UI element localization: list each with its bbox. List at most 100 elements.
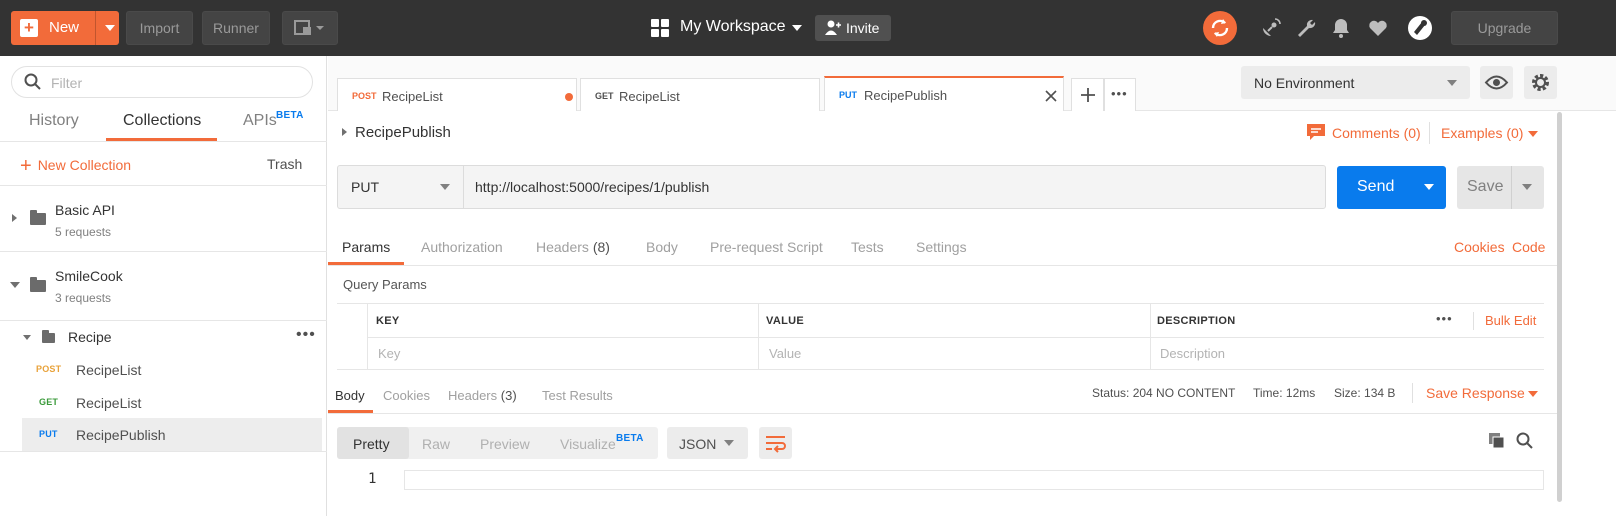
wrench-icon[interactable]	[1294, 16, 1318, 40]
new-window-button[interactable]	[282, 11, 338, 45]
url-input[interactable]: http://localhost:5000/recipes/1/publish	[475, 179, 709, 195]
status-value: 204 NO CONTENT	[1132, 386, 1236, 400]
folder-icon	[30, 277, 46, 292]
description-input[interactable]: Description	[1160, 346, 1225, 361]
tab-pre-request-script[interactable]: Pre-request Script	[710, 239, 823, 255]
view-visualize[interactable]: Visualize	[560, 436, 616, 452]
save-button[interactable]: Save	[1457, 166, 1544, 209]
request-tab[interactable]: POST RecipeList	[337, 78, 577, 111]
new-collection-button[interactable]: + New Collection	[20, 155, 131, 178]
upgrade-button[interactable]: Upgrade	[1451, 11, 1558, 45]
sync-button[interactable]	[1203, 11, 1237, 45]
add-user-icon	[825, 20, 841, 35]
more-icon[interactable]: •••	[296, 326, 316, 344]
wrap-lines-button[interactable]	[759, 427, 792, 459]
satellite-icon[interactable]	[1259, 16, 1283, 40]
new-tab-button[interactable]	[1071, 78, 1104, 111]
chevron-down-icon[interactable]	[105, 25, 115, 31]
interceptor-icon[interactable]	[1406, 14, 1434, 42]
divider	[1412, 383, 1413, 403]
import-button[interactable]: Import	[126, 11, 193, 45]
more-icon[interactable]: •••	[1436, 311, 1453, 326]
format-label: JSON	[679, 436, 717, 452]
plus-icon: +	[20, 19, 38, 37]
examples-link[interactable]: Examples (0)	[1441, 125, 1523, 141]
environment-select[interactable]: No Environment	[1241, 66, 1470, 99]
value-input[interactable]: Value	[769, 346, 801, 361]
collection-item[interactable]: SmileCook 3 requests	[0, 252, 326, 319]
tab-tests[interactable]: Tests	[851, 239, 884, 255]
row-divider	[367, 337, 1544, 338]
save-label: Save	[1467, 178, 1504, 195]
runner-button[interactable]: Runner	[202, 11, 270, 45]
environment-quick-look-button[interactable]	[1480, 66, 1513, 99]
chevron-down-icon[interactable]	[792, 25, 802, 31]
search-icon[interactable]	[1516, 432, 1534, 450]
heart-icon[interactable]	[1366, 16, 1390, 40]
tab-body[interactable]: Body	[646, 239, 678, 255]
response-tab-body[interactable]: Body	[335, 388, 365, 403]
chevron-down-icon[interactable]	[1522, 184, 1532, 190]
chevron-down-icon[interactable]	[1424, 184, 1434, 190]
chevron-right-icon[interactable]	[12, 214, 17, 222]
tab-collections[interactable]: Collections	[123, 112, 201, 130]
code-link[interactable]: Code	[1512, 239, 1545, 255]
format-select[interactable]: JSON	[667, 427, 748, 459]
new-button-label: New	[49, 19, 80, 36]
filter-input[interactable]: Filter	[11, 66, 313, 98]
method-select[interactable]: PUT	[338, 166, 464, 208]
tab-headers-label: Headers	[536, 239, 589, 255]
request-item[interactable]: GET RecipeList	[22, 386, 322, 419]
key-input[interactable]: Key	[378, 346, 400, 361]
response-tab-headers-label: Headers	[448, 388, 498, 403]
chevron-down-icon[interactable]	[1528, 131, 1538, 137]
tab-headers[interactable]: Headers (8)	[536, 239, 610, 255]
close-icon[interactable]	[1045, 90, 1057, 102]
collection-item[interactable]: Basic API 5 requests	[0, 186, 326, 251]
new-button[interactable]: + New	[11, 11, 119, 45]
response-tab-cookies[interactable]: Cookies	[383, 388, 430, 403]
bulk-edit-link[interactable]: Bulk Edit	[1485, 313, 1536, 328]
response-tab-test-results[interactable]: Test Results	[542, 388, 613, 403]
new-window-icon	[294, 20, 324, 35]
cookies-link[interactable]: Cookies	[1454, 239, 1505, 255]
bell-icon[interactable]	[1329, 16, 1353, 40]
chevron-down-icon[interactable]	[10, 282, 20, 288]
request-item-selected[interactable]: PUT RecipePublish	[22, 418, 322, 451]
chevron-right-icon[interactable]	[342, 128, 347, 136]
request-name: RecipeList	[76, 395, 142, 411]
environment-settings-button[interactable]	[1524, 66, 1557, 99]
request-item[interactable]: POST RecipeList	[22, 353, 322, 386]
top-bar: + New Import Runner My Workspace Invite	[0, 0, 1616, 56]
tab-apis[interactable]: APIs	[243, 112, 277, 130]
trash-link[interactable]: Trash	[267, 156, 302, 172]
request-name: RecipePublish	[76, 427, 166, 443]
chevron-down-icon[interactable]	[1528, 391, 1538, 397]
scrollbar[interactable]	[1557, 112, 1562, 502]
save-response-button[interactable]: Save Response	[1426, 385, 1525, 401]
size-value: 134 B	[1364, 386, 1396, 400]
chevron-down-icon[interactable]	[23, 335, 31, 340]
response-tab-headers[interactable]: Headers (3)	[448, 388, 517, 403]
invite-button[interactable]: Invite	[815, 15, 891, 41]
divider	[1429, 122, 1430, 144]
request-title[interactable]: RecipePublish	[355, 124, 451, 141]
view-raw[interactable]: Raw	[422, 436, 450, 452]
request-tab-active[interactable]: PUT RecipePublish	[824, 76, 1064, 111]
tab-history[interactable]: History	[29, 112, 79, 130]
beta-badge: BETA	[616, 433, 644, 444]
send-button[interactable]: Send	[1337, 166, 1446, 209]
view-pretty[interactable]: Pretty	[353, 436, 390, 452]
tab-authorization[interactable]: Authorization	[421, 239, 503, 255]
copy-icon[interactable]	[1488, 432, 1506, 450]
tab-params[interactable]: Params	[342, 239, 390, 255]
workspace-selector[interactable]: My Workspace	[680, 18, 786, 36]
request-tab[interactable]: GET RecipeList	[580, 78, 820, 111]
unsaved-indicator	[565, 93, 573, 101]
tab-options-button[interactable]: •••	[1104, 78, 1136, 111]
tab-settings[interactable]: Settings	[916, 239, 967, 255]
folder-item[interactable]: Recipe •••	[0, 321, 326, 354]
view-preview[interactable]: Preview	[480, 436, 530, 452]
comments-link[interactable]: Comments (0)	[1332, 125, 1421, 141]
response-body-editor[interactable]	[404, 470, 1544, 490]
